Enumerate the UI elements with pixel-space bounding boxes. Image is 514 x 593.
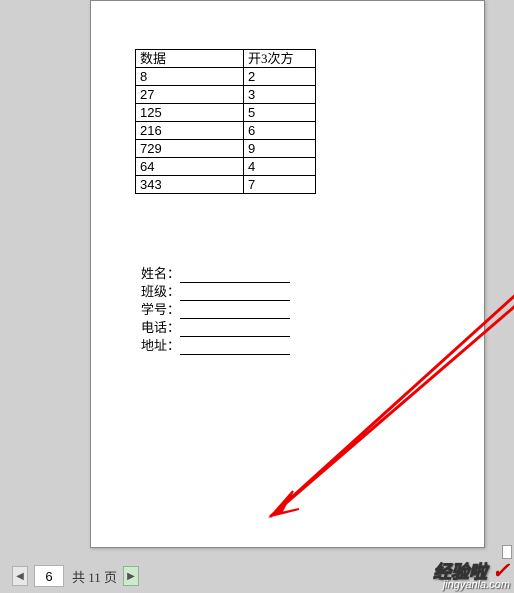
page-total-label: 共 11 页 — [72, 567, 117, 586]
page-number-input[interactable] — [34, 565, 64, 587]
blank-line — [180, 341, 290, 355]
table-row: 82 — [136, 68, 316, 86]
table-row: 7299 — [136, 140, 316, 158]
header-data: 数据 — [136, 50, 244, 68]
header-cuberoot: 开3次方 — [244, 50, 316, 68]
table-row: 273 — [136, 86, 316, 104]
table-row: 1255 — [136, 104, 316, 122]
table-row: 3437 — [136, 176, 316, 194]
form-row-class: 班级： — [141, 283, 290, 301]
label-addr: 地址： — [141, 337, 180, 355]
label-name: 姓名： — [141, 265, 180, 283]
document-page: 数据 开3次方 82 273 1255 2166 7299 644 3437 姓… — [90, 0, 485, 548]
blank-line — [180, 323, 290, 337]
form-row-id: 学号： — [141, 301, 290, 319]
table-row: 2166 — [136, 122, 316, 140]
form-row-phone: 电话： — [141, 319, 290, 337]
next-page-button[interactable]: ▶ — [123, 566, 139, 586]
page-corner-icon — [502, 545, 512, 559]
label-id: 学号： — [141, 301, 180, 319]
info-form: 姓名： 班级： 学号： 电话： 地址： — [141, 265, 290, 355]
table-row: 644 — [136, 158, 316, 176]
form-row-addr: 地址： — [141, 337, 290, 355]
prev-page-button[interactable]: ◀ — [12, 566, 28, 586]
blank-line — [180, 305, 290, 319]
form-row-name: 姓名： — [141, 265, 290, 283]
label-phone: 电话： — [141, 319, 180, 337]
cube-root-table: 数据 开3次方 82 273 1255 2166 7299 644 3437 — [135, 49, 316, 194]
page-navigation: ◀ 共 11 页 ▶ — [0, 559, 514, 593]
table-header-row: 数据 开3次方 — [136, 50, 316, 68]
blank-line — [180, 287, 290, 301]
blank-line — [180, 269, 290, 283]
label-class: 班级： — [141, 283, 180, 301]
